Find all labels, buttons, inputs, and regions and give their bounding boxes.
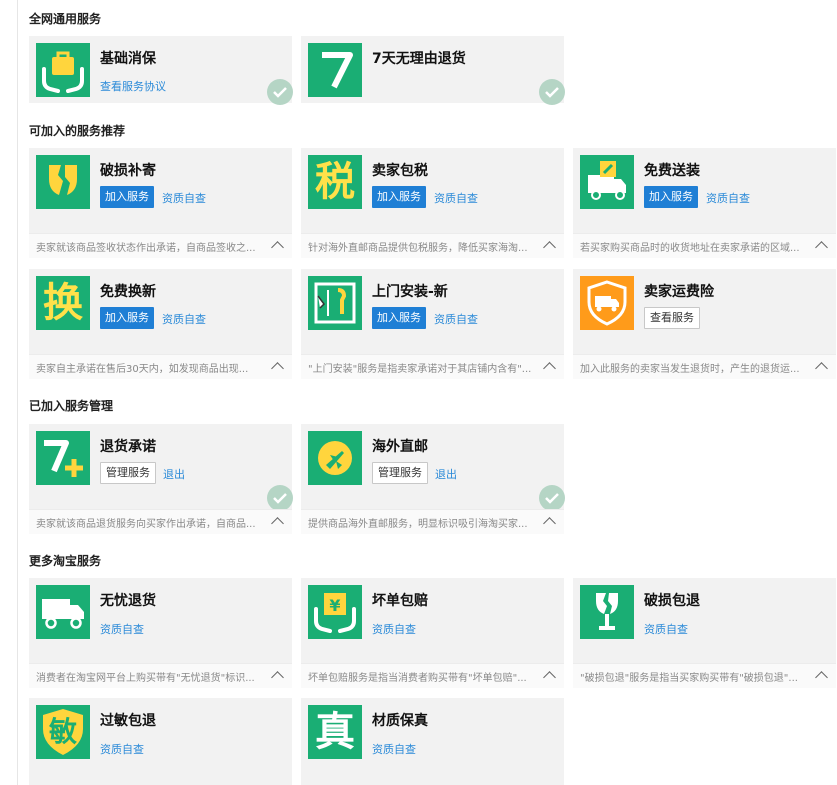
- exchange-icon: 换: [36, 276, 90, 330]
- yuan-hands-icon: ¥: [308, 585, 362, 639]
- broken-cup-icon: [36, 155, 90, 209]
- service-card-damage-return: 破损包退 资质自查 "破损包退"服务是指当买家购买带有"破损包退"...: [573, 578, 836, 688]
- service-card-allergy-return: 敏 过敏包退 资质自查: [29, 698, 292, 785]
- service-name: 卖家运费险: [644, 284, 714, 300]
- join-service-button[interactable]: 加入服务: [644, 186, 698, 208]
- shipping-insurance-icon: [580, 276, 634, 330]
- service-card-shipping-insurance: 卖家运费险 查看服务 加入此服务的卖家当发生退货时，产生的退货运...: [573, 269, 836, 379]
- broken-glass-icon: [580, 585, 634, 639]
- service-name: 破损包退: [644, 593, 700, 609]
- chevron-up-icon[interactable]: [271, 241, 284, 254]
- service-name: 材质保真: [372, 713, 428, 729]
- seven-days-icon: [308, 43, 362, 97]
- check-icon: [539, 485, 565, 511]
- service-name: 7天无理由退货: [372, 51, 466, 67]
- service-description: 加入此服务的卖家当发生退货时，产生的退货运...: [573, 354, 836, 379]
- chevron-up-icon[interactable]: [815, 241, 828, 254]
- service-card-free-delivery-install: 免费送装 加入服务 资质自查 若买家购买商品时的收货地址在卖家承诺的区域...: [573, 148, 836, 258]
- qualification-check-link[interactable]: 资质自查: [434, 190, 478, 206]
- view-agreement-link[interactable]: 查看服务协议: [100, 78, 166, 94]
- check-icon: [267, 79, 293, 105]
- service-description: 消费者在淘宝网平台上购买带有"无忧退货"标识...: [29, 663, 292, 688]
- delivery-truck-icon: [36, 585, 90, 639]
- section-title-more: 更多淘宝服务: [29, 554, 102, 568]
- qualification-check-link[interactable]: 资质自查: [434, 311, 478, 327]
- qualification-check-link[interactable]: 资质自查: [100, 741, 144, 757]
- chevron-up-icon[interactable]: [815, 671, 828, 684]
- service-name: 海外直邮: [372, 439, 428, 455]
- service-name: 免费换新: [100, 284, 156, 300]
- chevron-up-icon[interactable]: [543, 671, 556, 684]
- service-name: 退货承诺: [100, 439, 156, 455]
- service-description: 坏单包赔服务是指当消费者购买带有"坏单包赔"...: [301, 663, 564, 688]
- truck-wrench-icon: [580, 155, 634, 209]
- service-name: 卖家包税: [372, 163, 428, 179]
- service-card-basic-protection: 基础消保 查看服务协议: [29, 36, 293, 105]
- service-name: 上门安装-新: [372, 284, 448, 300]
- service-card-damage-reship: 破损补寄 加入服务 资质自查 卖家就该商品签收状态作出承诺，自商品签收之...: [29, 148, 292, 258]
- chevron-up-icon[interactable]: [271, 671, 284, 684]
- service-name: 过敏包退: [100, 713, 156, 729]
- check-icon: [267, 485, 293, 511]
- authentic-icon: 真: [308, 705, 362, 759]
- service-name: 破损补寄: [100, 163, 156, 179]
- quit-link[interactable]: 退出: [163, 466, 185, 482]
- qualification-check-link[interactable]: 资质自查: [372, 741, 416, 757]
- qualification-check-link[interactable]: 资质自查: [372, 621, 416, 637]
- airplane-icon: [308, 431, 362, 485]
- service-description: "上门安装"服务是指卖家承诺对于其店铺内含有"...: [301, 354, 564, 379]
- service-card-free-exchange: 换 免费换新 加入服务 资质自查 卖家自主承诺在售后30天内，如发现商品出现..…: [29, 269, 292, 379]
- join-service-button[interactable]: 加入服务: [372, 186, 426, 208]
- chevron-up-icon[interactable]: [271, 362, 284, 375]
- service-description: 针对海外直邮商品提供包税服务，降低买家海淘...: [301, 233, 564, 258]
- qualification-check-link[interactable]: 资质自查: [162, 190, 206, 206]
- service-description: 卖家就该商品签收状态作出承诺，自商品签收之...: [29, 233, 292, 258]
- qualification-check-link[interactable]: 资质自查: [100, 621, 144, 637]
- join-service-button[interactable]: 加入服务: [100, 307, 154, 329]
- left-border: [17, 0, 18, 785]
- join-service-button[interactable]: 加入服务: [100, 186, 154, 208]
- chevron-up-icon[interactable]: [543, 362, 556, 375]
- manage-service-button[interactable]: 管理服务: [100, 462, 156, 484]
- svg-text:¥: ¥: [329, 596, 340, 615]
- service-card-material-authentic: 真 材质保真 资质自查: [301, 698, 564, 785]
- qualification-check-link[interactable]: 资质自查: [162, 311, 206, 327]
- service-description: "破损包退"服务是指当买家购买带有"破损包退"...: [573, 663, 836, 688]
- chevron-up-icon[interactable]: [815, 362, 828, 375]
- service-card-bad-order-compensation: ¥ 坏单包赔 资质自查 坏单包赔服务是指当消费者购买带有"坏单包赔"...: [301, 578, 564, 688]
- door-wrench-icon: [308, 276, 362, 330]
- quit-link[interactable]: 退出: [435, 466, 457, 482]
- seven-plus-icon: [36, 431, 90, 485]
- chevron-up-icon[interactable]: [271, 517, 284, 530]
- manage-service-button[interactable]: 管理服务: [372, 462, 428, 484]
- service-card-return-promise: 退货承诺 管理服务 退出 卖家就该商品退货服务向买家作出承诺，自商品...: [29, 424, 293, 534]
- allergy-shield-icon: 敏: [36, 705, 90, 759]
- join-service-button[interactable]: 加入服务: [372, 307, 426, 329]
- service-card-seller-tax: 税 卖家包税 加入服务 资质自查 针对海外直邮商品提供包税服务，降低买家海淘..…: [301, 148, 564, 258]
- view-service-button[interactable]: 查看服务: [644, 307, 700, 329]
- chevron-up-icon[interactable]: [543, 517, 556, 530]
- section-title-joined: 已加入服务管理: [29, 399, 114, 413]
- service-name: 免费送装: [644, 163, 700, 179]
- check-icon: [539, 79, 565, 105]
- service-name: 基础消保: [100, 51, 156, 67]
- service-name: 无忧退货: [100, 593, 156, 609]
- qualification-check-link[interactable]: 资质自查: [644, 621, 688, 637]
- chevron-up-icon[interactable]: [543, 241, 556, 254]
- service-description: 提供商品海外直邮服务，明显标识吸引海淘买家...: [301, 509, 564, 534]
- service-description: 卖家就该商品退货服务向买家作出承诺，自商品...: [29, 509, 292, 534]
- service-card-worry-free-return: 无忧退货 资质自查 消费者在淘宝网平台上购买带有"无忧退货"标识...: [29, 578, 292, 688]
- tax-icon: 税: [308, 155, 362, 209]
- service-card-home-install: 上门安装-新 加入服务 资质自查 "上门安装"服务是指卖家承诺对于其店铺内含有"…: [301, 269, 564, 379]
- qualification-check-link[interactable]: 资质自查: [706, 190, 750, 206]
- shopping-bag-hands-icon: [36, 43, 90, 97]
- service-card-seven-day-return: 7天无理由退货: [301, 36, 565, 105]
- service-description: 卖家自主承诺在售后30天内，如发现商品出现...: [29, 354, 292, 379]
- service-card-overseas-direct: 海外直邮 管理服务 退出 提供商品海外直邮服务，明显标识吸引海淘买家...: [301, 424, 565, 534]
- service-name: 坏单包赔: [372, 593, 428, 609]
- service-description: 若买家购买商品时的收货地址在卖家承诺的区域...: [573, 233, 836, 258]
- section-title-general: 全网通用服务: [29, 12, 102, 26]
- section-title-recommended: 可加入的服务推荐: [29, 124, 126, 138]
